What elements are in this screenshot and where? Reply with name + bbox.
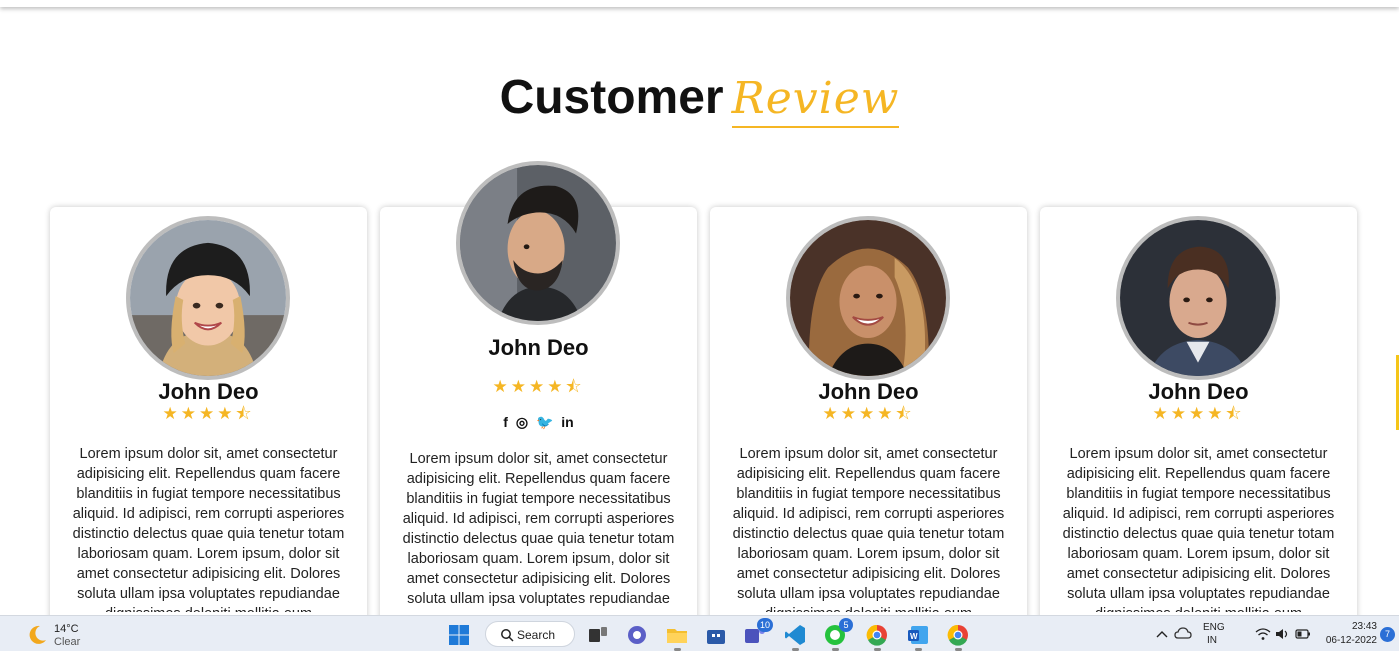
review-card-1: John Deo ★★★★⯪ Lorem ipsum dolor sit, am…: [50, 207, 367, 627]
clock-time[interactable]: 23:43: [1332, 621, 1377, 632]
customer-photo-icon: [790, 220, 946, 376]
section-heading: Customer Review: [0, 70, 1399, 128]
clock-date[interactable]: 06-12-2022: [1313, 635, 1377, 646]
customer-photo-icon: [1120, 220, 1276, 376]
teams-app[interactable]: 10: [743, 618, 773, 647]
customer-avatar: [786, 216, 950, 380]
customer-photo-icon: [130, 220, 286, 376]
word-app[interactable]: W: [906, 623, 930, 651]
battery-icon[interactable]: [1295, 628, 1311, 640]
language-label[interactable]: ENG: [1203, 622, 1225, 633]
review-card-4: John Deo ★★★★⯪ Lorem ipsum dolor sit, am…: [1040, 207, 1357, 627]
customer-avatar: [456, 161, 620, 325]
volume-icon[interactable]: [1275, 627, 1291, 641]
review-text: Lorem ipsum dolor sit, amet consectetur …: [402, 451, 675, 612]
star-rating: ★★★★⯪: [822, 404, 915, 423]
heading-accent: Review: [731, 73, 900, 128]
review-text: Lorem ipsum dolor sit, amet consectetur …: [72, 446, 345, 612]
facebook-icon[interactable]: f: [503, 414, 508, 430]
chevron-up-icon[interactable]: [1156, 629, 1168, 639]
file-explorer-icon: [667, 629, 687, 643]
chrome-icon: [947, 624, 968, 646]
store-icon[interactable]: [704, 623, 728, 647]
customer-avatar: [126, 216, 290, 380]
vscode-app[interactable]: [783, 623, 807, 651]
vscode-icon: [785, 625, 805, 645]
review-text: Lorem ipsum dolor sit, amet consectetur …: [1062, 446, 1335, 612]
weather-temp: 14°C: [54, 623, 79, 635]
review-card-3: John Deo ★★★★⯪ Lorem ipsum dolor sit, am…: [710, 207, 1027, 627]
page: Customer Review John Deo ★★★★⯪ Lorem ips…: [0, 0, 1399, 651]
notification-badge: 10: [756, 618, 773, 632]
region-label[interactable]: IN: [1207, 635, 1217, 646]
review-card-2: John Deo ★★★★⯪ f ◎ 🐦 in Lorem ipsum dolo…: [380, 161, 697, 627]
heading-main: Customer: [499, 71, 724, 124]
search-icon: [501, 629, 514, 642]
whatsapp-app[interactable]: 5: [823, 618, 853, 651]
instagram-icon[interactable]: ◎: [516, 414, 528, 430]
windows-start-icon[interactable]: [447, 623, 471, 647]
search-label: Search: [517, 628, 556, 642]
chrome-icon: [866, 624, 887, 646]
wifi-icon[interactable]: [1255, 627, 1271, 641]
chrome-app-2[interactable]: [946, 623, 970, 651]
review-text: Lorem ipsum dolor sit, amet consectetur …: [732, 446, 1005, 612]
social-links: f ◎ 🐦 in: [380, 414, 697, 431]
onedrive-weather-icon[interactable]: [1174, 626, 1192, 642]
star-rating: ★★★★⯪: [492, 377, 585, 396]
weather-condition: Clear: [54, 636, 81, 648]
customer-avatar: [1116, 216, 1280, 380]
windows-taskbar: 14°C Clear Search 10 5 W ENG IN 23:43 06…: [0, 615, 1399, 651]
moon-icon: [29, 625, 46, 644]
svg-text:W: W: [910, 632, 918, 641]
file-explorer-app[interactable]: [665, 623, 689, 651]
chrome-app[interactable]: [865, 623, 889, 651]
task-view-icon[interactable]: [586, 623, 610, 647]
linkedin-icon[interactable]: in: [561, 414, 573, 430]
notification-badge: 5: [839, 618, 853, 632]
star-rating: ★★★★⯪: [162, 404, 255, 423]
customer-name: John Deo: [488, 335, 589, 360]
chat-icon[interactable]: [625, 623, 649, 647]
notification-count-badge[interactable]: 7: [1380, 627, 1395, 642]
star-rating: ★★★★⯪: [1152, 404, 1245, 423]
twitter-icon[interactable]: 🐦: [536, 414, 553, 430]
system-tray: ENG IN 23:43 06-12-2022 7: [1150, 616, 1399, 651]
top-navbar-edge: [0, 0, 1399, 7]
word-icon: W: [908, 626, 928, 644]
taskbar-search[interactable]: Search: [485, 621, 575, 647]
customer-photo-icon: [460, 165, 616, 321]
